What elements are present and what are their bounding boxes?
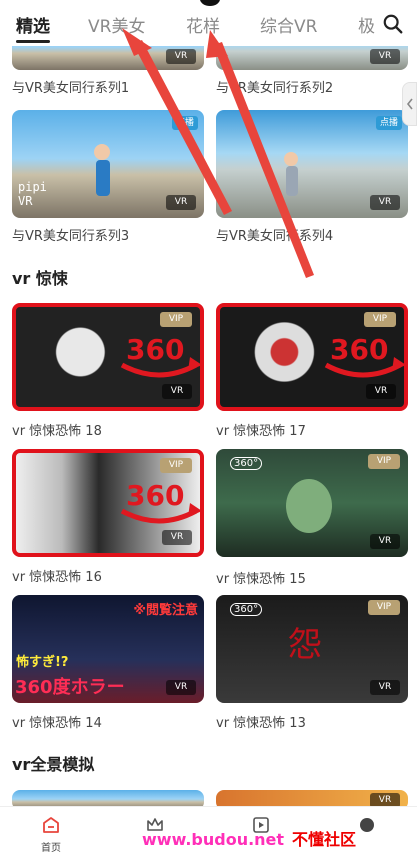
model-body xyxy=(286,166,298,196)
video-title[interactable]: vr 惊悚恐怖 18 xyxy=(12,420,204,439)
camera-notch xyxy=(200,0,220,6)
video-thumbnail[interactable]: 360° VIP VR xyxy=(216,449,408,557)
tab-vr-beauty[interactable]: VR美女 xyxy=(88,12,145,37)
video-card[interactable]: VIP 360 VR vr 惊悚恐怖 16 xyxy=(12,449,204,585)
video-thumbnail[interactable]: VIP 360 VR xyxy=(12,449,204,557)
video-title[interactable]: 与VR美女同行系列1 xyxy=(12,77,204,96)
video-title[interactable]: vr 惊悚恐怖 16 xyxy=(12,566,204,585)
vr-badge: VR xyxy=(370,49,400,64)
vip-badge: VIP xyxy=(368,600,400,615)
watermark-url: www.budou.net xyxy=(142,830,285,849)
vr-badge: VR xyxy=(370,195,400,210)
video-card[interactable]: 点播 pipi VR VR 与VR美女同行系列3 xyxy=(12,110,204,244)
warning-text: ※閲覧注意 xyxy=(133,603,198,618)
video-card[interactable]: VIP 360 VR vr 惊悚恐怖 18 xyxy=(12,303,204,439)
vip-badge: VIP xyxy=(368,454,400,469)
model-figure xyxy=(284,152,298,166)
video-thumbnail[interactable]: 点播 VR xyxy=(216,110,408,218)
chevron-left-icon xyxy=(406,98,413,110)
360-arrow-icon xyxy=(120,503,200,524)
vr-badge: VR xyxy=(370,680,400,695)
live-badge: 点播 xyxy=(375,116,402,130)
live-badge: 点播 xyxy=(171,116,198,130)
thumbnail-title: 360度ホラー xyxy=(15,677,125,698)
video-card[interactable]: 360° VIP VR vr 惊悚恐怖 15 xyxy=(216,449,408,587)
video-card[interactable]: 点播 VR 与VR美女同行系列4 xyxy=(216,110,408,244)
tab-featured[interactable]: 精选 xyxy=(16,12,50,37)
vr-badge: VR xyxy=(166,195,196,210)
model-figure xyxy=(94,144,110,160)
vip-badge: VIP xyxy=(160,458,192,473)
tab-extreme[interactable]: 极 xyxy=(358,12,375,37)
side-drawer-handle[interactable] xyxy=(402,82,417,126)
video-title[interactable]: vr 惊悚恐怖 14 xyxy=(12,712,204,731)
nav-home-label: 首页 xyxy=(41,843,61,854)
tab-general-vr[interactable]: 综合VR xyxy=(260,12,317,37)
vip-badge: VIP xyxy=(160,312,192,327)
vr-badge: VR xyxy=(366,384,396,399)
vr-badge: VR xyxy=(162,384,192,399)
pipi-logo: pipi VR xyxy=(18,180,47,208)
thumbnail-title: 怨 xyxy=(288,625,322,665)
360-arrow-icon xyxy=(120,357,200,378)
360-badge: 360° xyxy=(230,603,263,616)
top-tab-bar: 精选 VR美女 花样 综合VR 极 xyxy=(0,0,417,46)
section-title-panorama: vr全景模拟 xyxy=(12,755,95,774)
thumbnail-subtitle: 怖すぎ!? xyxy=(16,655,69,670)
vr-badge: VR xyxy=(166,680,196,695)
model-body xyxy=(96,160,110,196)
video-thumbnail[interactable]: 360° VIP 怨 VR xyxy=(216,595,408,703)
video-title[interactable]: 与VR美女同行系列4 xyxy=(216,225,408,244)
video-card[interactable]: VIP 360 VR vr 惊悚恐怖 17 xyxy=(216,303,408,439)
video-title[interactable]: vr 惊悚恐怖 17 xyxy=(216,420,408,439)
vr-badge: VR xyxy=(370,534,400,549)
360-badge: 360° xyxy=(230,457,263,470)
vr-badge: VR xyxy=(166,49,196,64)
tab-variety[interactable]: 花样 xyxy=(186,12,220,37)
video-title[interactable]: 与VR美女同行系列3 xyxy=(12,225,204,244)
watermark: www.budou.net 不懂社区 xyxy=(142,826,356,850)
home-icon xyxy=(43,817,59,833)
active-tab-indicator xyxy=(16,40,50,43)
search-icon[interactable] xyxy=(382,13,404,35)
zombie-face xyxy=(286,479,332,533)
video-title[interactable]: vr 惊悚恐怖 13 xyxy=(216,712,408,731)
section-title-horror: vr 惊悚 xyxy=(12,269,68,288)
video-title[interactable]: 与VR美女同行系列2 xyxy=(216,77,408,96)
nav-home[interactable]: 首页 xyxy=(26,815,76,854)
vr-badge: VR xyxy=(162,530,192,545)
vip-badge: VIP xyxy=(364,312,396,327)
video-title[interactable]: vr 惊悚恐怖 15 xyxy=(216,568,408,587)
video-card[interactable]: ※閲覧注意 怖すぎ!? 360度ホラー VR vr 惊悚恐怖 14 xyxy=(12,595,204,731)
video-thumbnail[interactable]: VIP 360 VR xyxy=(12,303,204,411)
video-thumbnail[interactable]: 点播 pipi VR VR xyxy=(12,110,204,218)
video-card[interactable]: 360° VIP 怨 VR vr 惊悚恐怖 13 xyxy=(216,595,408,731)
video-thumbnail[interactable]: ※閲覧注意 怖すぎ!? 360度ホラー VR xyxy=(12,595,204,703)
video-thumbnail[interactable]: VIP 360 VR xyxy=(216,303,408,411)
watermark-brand: 不懂社区 xyxy=(292,830,357,849)
profile-icon xyxy=(360,818,374,832)
360-arrow-icon xyxy=(324,357,404,378)
